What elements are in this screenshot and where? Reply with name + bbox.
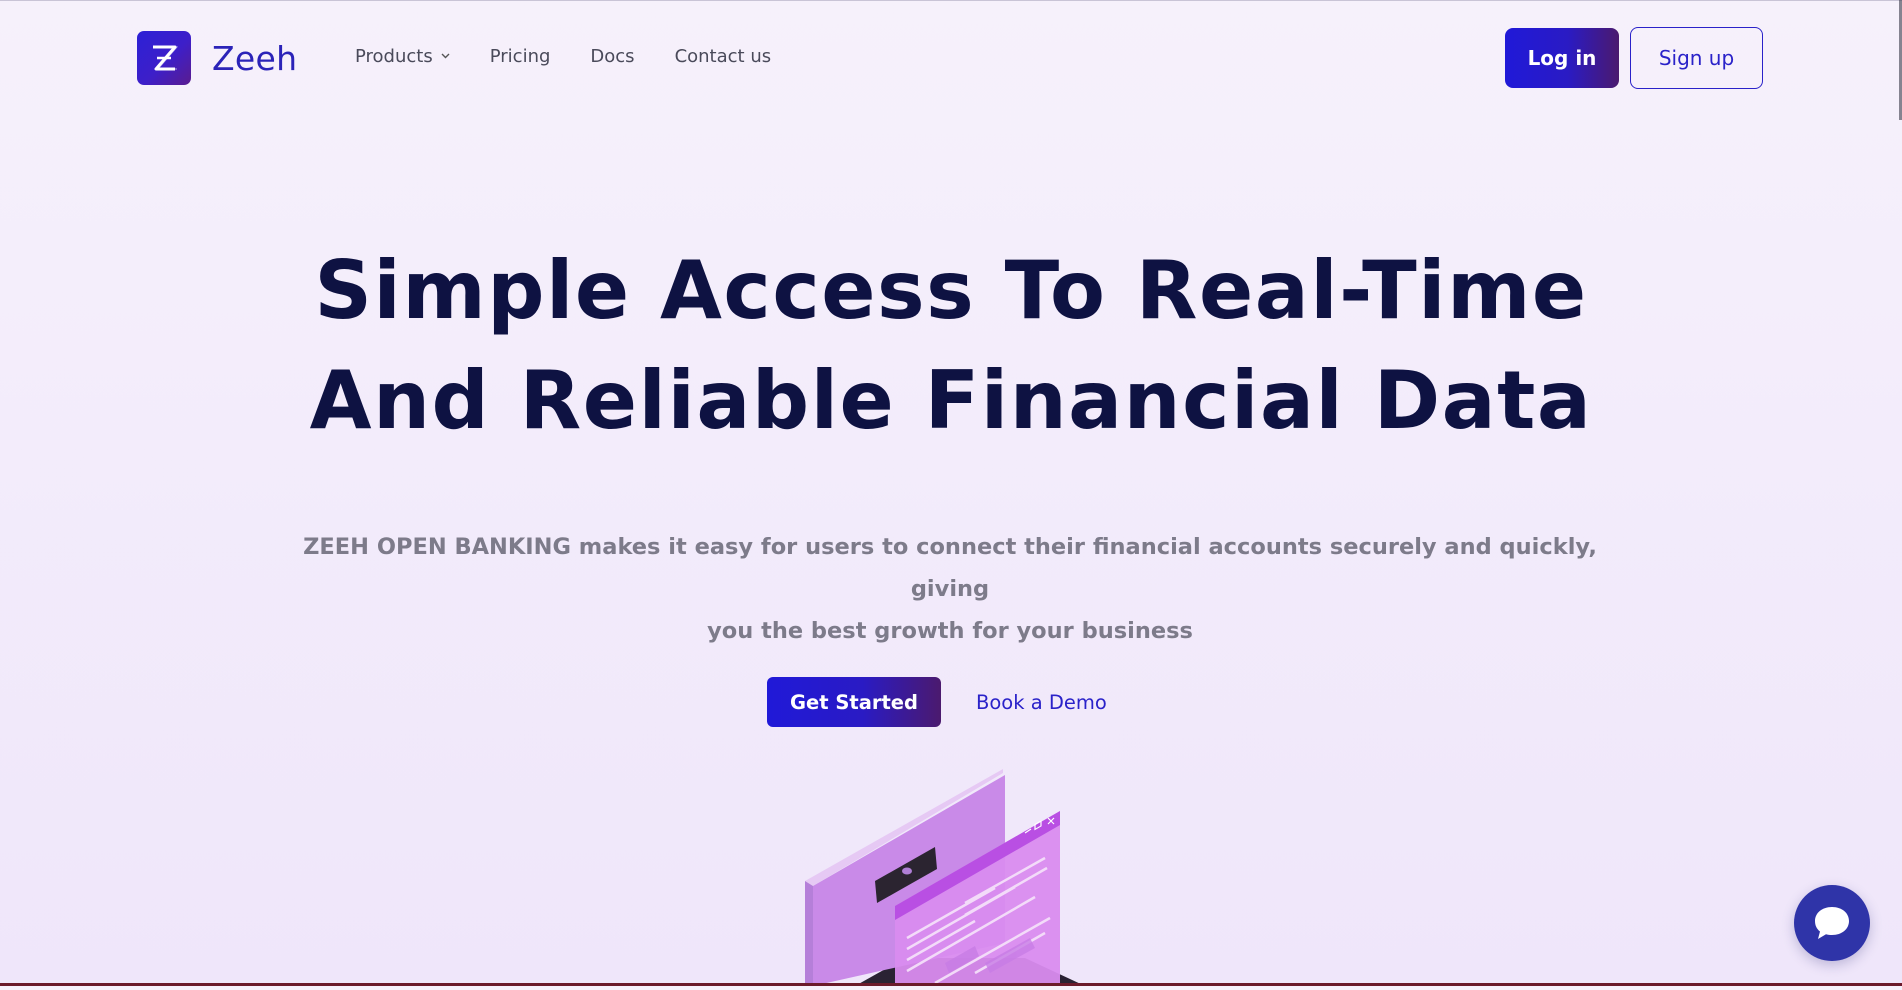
brand-link[interactable]: Zeeh — [137, 31, 297, 85]
nav-item-label: Contact us — [674, 46, 772, 67]
nav-item-contact[interactable]: Contact us — [675, 46, 772, 67]
hero-subtitle-line-1: ZEEH OPEN BANKING makes it easy for user… — [303, 534, 1597, 602]
hero-title-line-2: And Reliable Financial Data — [309, 354, 1593, 447]
signup-button[interactable]: Sign up — [1630, 27, 1763, 89]
book-demo-link[interactable]: Book a Demo — [976, 691, 1107, 714]
chat-bubble-icon — [1815, 907, 1849, 939]
nav-item-docs[interactable]: Docs — [590, 46, 634, 67]
logo-z-glyph — [153, 45, 179, 71]
chevron-down-icon — [441, 51, 450, 62]
main-nav: Products Pricing Docs Contact us — [355, 46, 811, 67]
get-started-button[interactable]: Get Started — [767, 677, 941, 727]
hero-subtitle-line-2: you the best growth for your business — [707, 618, 1193, 644]
nav-item-label: Pricing — [489, 46, 551, 67]
nav-item-label: Products — [355, 46, 433, 67]
login-button[interactable]: Log in — [1505, 28, 1619, 88]
zeeh-logo-icon — [137, 31, 191, 85]
hero-subtitle: ZEEH OPEN BANKING makes it easy for user… — [290, 526, 1610, 652]
hero-cta-group: Get Started Book a Demo — [767, 677, 1107, 727]
hero-title: Simple Access To Real-Time And Reliable … — [0, 236, 1902, 456]
nav-item-label: Docs — [590, 46, 635, 67]
nav-item-pricing[interactable]: Pricing — [490, 46, 551, 67]
brand-name: Zeeh — [212, 38, 298, 78]
chat-widget-button[interactable] — [1794, 885, 1870, 961]
hero-title-line-1: Simple Access To Real-Time — [314, 244, 1588, 337]
site-header: Zeeh Products Pricing Docs Contact us Lo… — [0, 0, 1902, 116]
auth-buttons: Log in Sign up — [1505, 27, 1763, 89]
nav-item-products[interactable]: Products — [355, 46, 450, 67]
laptop-illustration — [795, 763, 1085, 986]
